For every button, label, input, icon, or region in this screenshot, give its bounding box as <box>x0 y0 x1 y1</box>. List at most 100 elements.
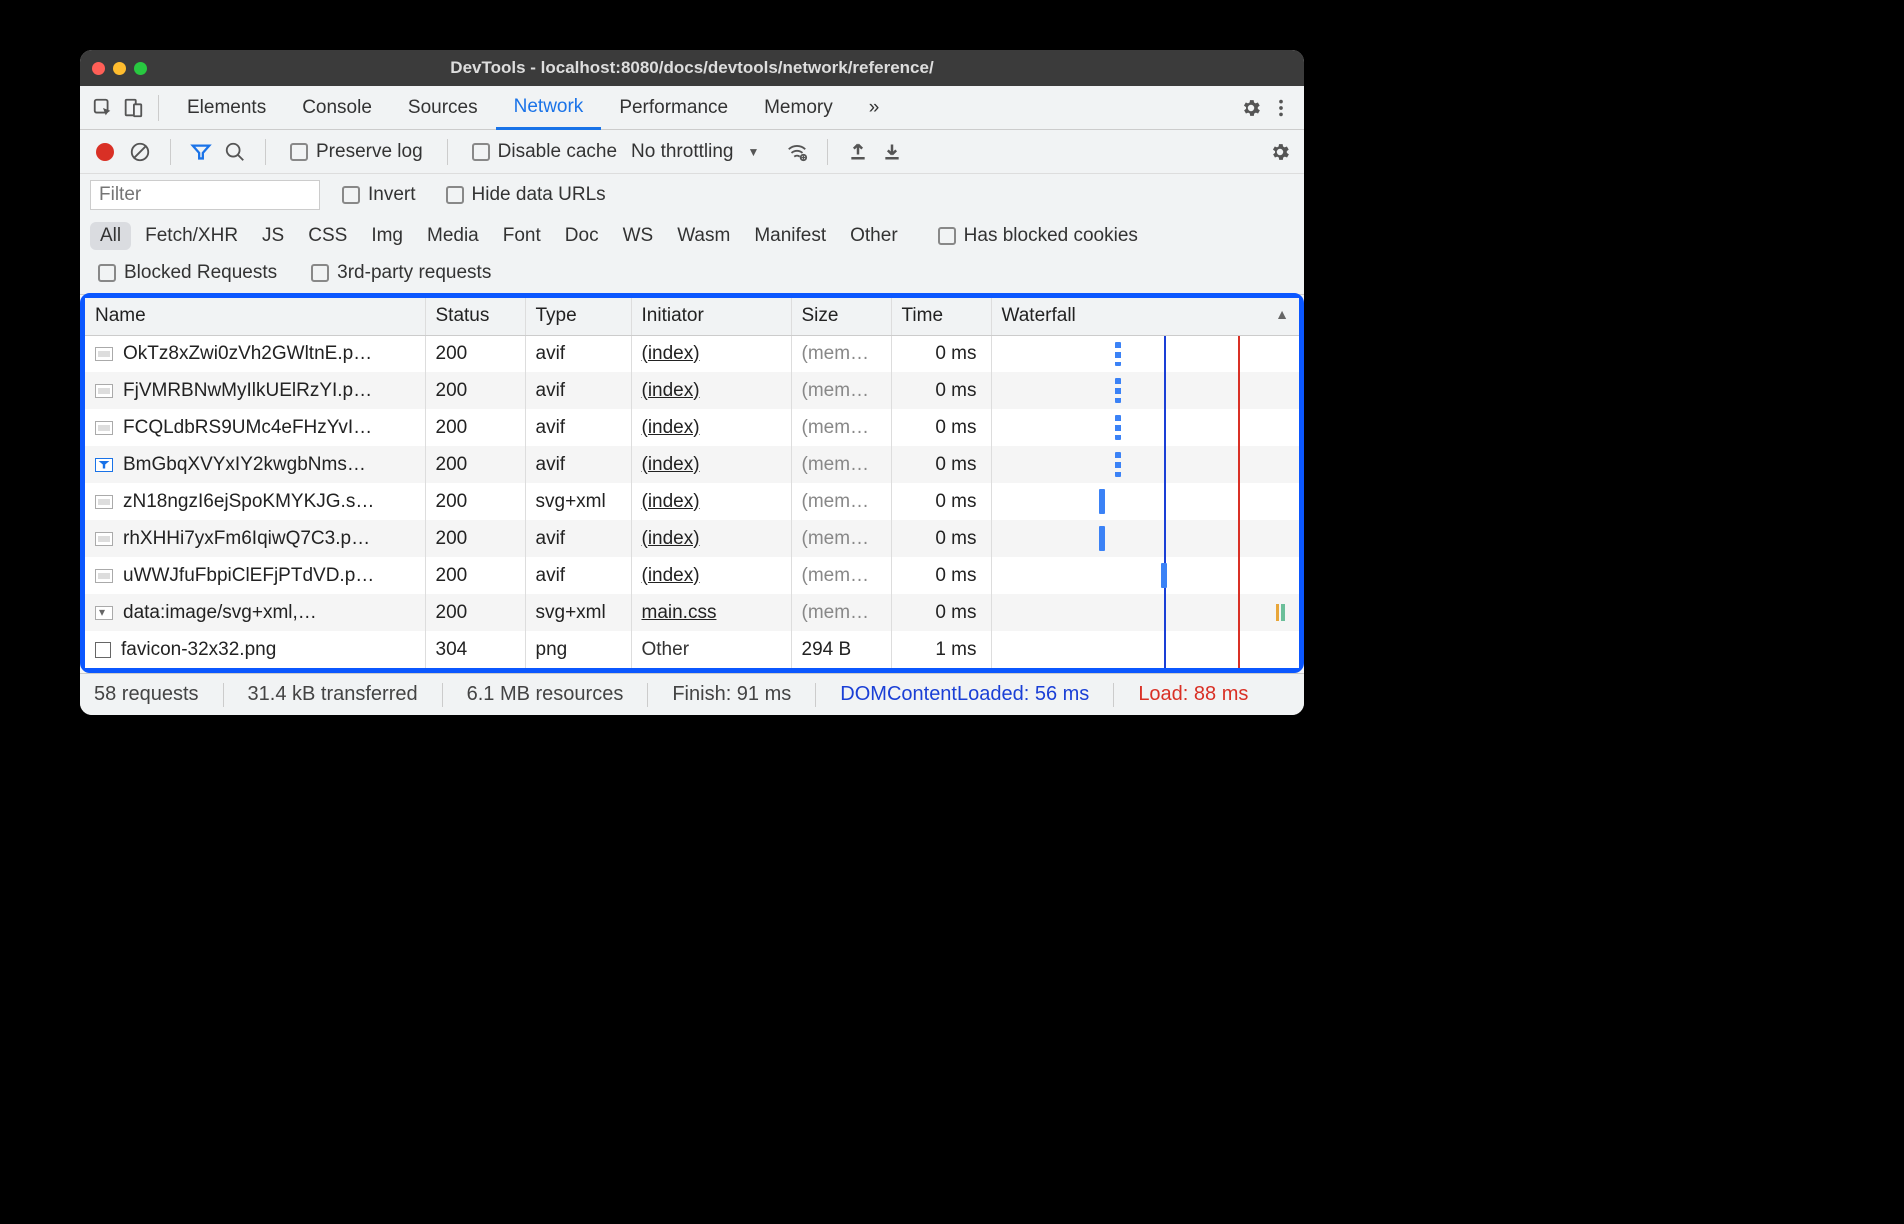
minimize-window-button[interactable] <box>113 62 126 75</box>
filter-toggle-icon[interactable] <box>187 138 215 166</box>
type-filter-all[interactable]: All <box>90 222 131 250</box>
request-type: avif <box>525 335 631 372</box>
request-type: svg+xml <box>525 594 631 631</box>
table-row[interactable]: FjVMRBNwMyIlkUElRzYI.p…200avif(index)(me… <box>85 372 1299 409</box>
table-row[interactable]: zN18ngzI6ejSpoKMYKJG.s…200svg+xml(index)… <box>85 483 1299 520</box>
device-toolbar-icon[interactable] <box>118 93 148 123</box>
request-initiator[interactable]: (index) <box>631 520 791 557</box>
request-status: 200 <box>425 483 525 520</box>
request-time: 0 ms <box>891 520 991 557</box>
table-row[interactable]: FCQLdbRS9UMc4eFHzYvI…200avif(index)(mem…… <box>85 409 1299 446</box>
disable-cache-label: Disable cache <box>498 141 617 163</box>
type-filter-wasm[interactable]: Wasm <box>667 222 740 250</box>
type-filter-media[interactable]: Media <box>417 222 489 250</box>
col-initiator[interactable]: Initiator <box>631 298 791 335</box>
filter-input[interactable] <box>90 180 320 210</box>
type-filter-ws[interactable]: WS <box>613 222 664 250</box>
type-filter-font[interactable]: Font <box>493 222 551 250</box>
export-har-icon[interactable] <box>878 138 906 166</box>
request-initiator[interactable]: (index) <box>631 483 791 520</box>
request-time: 0 ms <box>891 483 991 520</box>
table-row[interactable]: BmGbqXVYxIY2kwgbNms…200avif(index)(mem…0… <box>85 446 1299 483</box>
request-type: avif <box>525 372 631 409</box>
kebab-menu-icon[interactable] <box>1266 93 1296 123</box>
col-waterfall[interactable]: Waterfall▲ <box>991 298 1299 335</box>
table-row[interactable]: favicon-32x32.png304pngOther294 B1 ms <box>85 631 1299 668</box>
request-type: avif <box>525 446 631 483</box>
tab-elements[interactable]: Elements <box>169 86 284 129</box>
table-row[interactable]: OkTz8xZwi0zVh2GWltnE.p…200avif(index)(me… <box>85 335 1299 372</box>
col-time[interactable]: Time <box>891 298 991 335</box>
tab-memory[interactable]: Memory <box>746 86 851 129</box>
throttling-dropdown[interactable]: No throttling ▼ <box>631 141 777 163</box>
request-status: 200 <box>425 409 525 446</box>
request-initiator[interactable]: (index) <box>631 335 791 372</box>
request-size: (mem… <box>791 594 891 631</box>
type-filter-css[interactable]: CSS <box>298 222 357 250</box>
col-name[interactable]: Name <box>85 298 425 335</box>
file-type-icon <box>95 532 113 546</box>
file-type-icon <box>95 421 113 435</box>
more-tabs-button[interactable]: » <box>851 86 898 129</box>
request-initiator[interactable]: (index) <box>631 372 791 409</box>
request-time: 1 ms <box>891 631 991 668</box>
invert-label: Invert <box>368 184 416 206</box>
table-row[interactable]: rhXHHi7yxFm6IqiwQ7C3.p…200avif(index)(me… <box>85 520 1299 557</box>
tab-network[interactable]: Network <box>496 87 602 130</box>
tab-console[interactable]: Console <box>284 86 390 129</box>
record-button[interactable] <box>96 143 114 161</box>
request-initiator[interactable]: (index) <box>631 409 791 446</box>
status-requests: 58 requests <box>94 683 199 706</box>
clear-button[interactable] <box>126 138 154 166</box>
col-size[interactable]: Size <box>791 298 891 335</box>
tab-performance[interactable]: Performance <box>601 86 746 129</box>
tab-sources[interactable]: Sources <box>390 86 496 129</box>
request-waterfall <box>991 483 1299 520</box>
maximize-window-button[interactable] <box>134 62 147 75</box>
request-initiator[interactable]: main.css <box>631 594 791 631</box>
close-window-button[interactable] <box>92 62 105 75</box>
request-size: 294 B <box>791 631 891 668</box>
request-initiator[interactable]: (index) <box>631 446 791 483</box>
network-conditions-icon[interactable] <box>783 138 811 166</box>
inspect-element-icon[interactable] <box>88 93 118 123</box>
status-load: Load: 88 ms <box>1138 683 1248 706</box>
network-settings-gear-icon[interactable] <box>1266 138 1294 166</box>
invert-checkbox[interactable]: Invert <box>342 184 416 206</box>
request-size: (mem… <box>791 372 891 409</box>
request-name: OkTz8xZwi0zVh2GWltnE.p… <box>123 343 372 365</box>
file-type-icon <box>95 458 113 472</box>
settings-gear-icon[interactable] <box>1236 93 1266 123</box>
col-status[interactable]: Status <box>425 298 525 335</box>
has-blocked-cookies-checkbox[interactable]: Has blocked cookies <box>938 225 1138 247</box>
col-type[interactable]: Type <box>525 298 631 335</box>
panel-tabs: ElementsConsoleSourcesNetworkPerformance… <box>80 86 1304 130</box>
request-waterfall <box>991 631 1299 668</box>
search-icon[interactable] <box>221 138 249 166</box>
preserve-log-checkbox[interactable]: Preserve log <box>290 141 423 163</box>
request-name: zN18ngzI6ejSpoKMYKJG.s… <box>123 491 374 513</box>
hide-data-urls-checkbox[interactable]: Hide data URLs <box>446 184 606 206</box>
disable-cache-checkbox[interactable]: Disable cache <box>472 141 617 163</box>
table-row[interactable]: data:image/svg+xml,…200svg+xmlmain.css(m… <box>85 594 1299 631</box>
type-filter-fetch-xhr[interactable]: Fetch/XHR <box>135 222 248 250</box>
devtools-window: DevTools - localhost:8080/docs/devtools/… <box>80 50 1304 715</box>
blocked-requests-checkbox[interactable]: Blocked Requests <box>98 262 277 284</box>
request-name: FjVMRBNwMyIlkUElRzYI.p… <box>123 380 372 402</box>
has-blocked-cookies-label: Has blocked cookies <box>964 225 1138 247</box>
request-initiator[interactable]: (index) <box>631 557 791 594</box>
type-filter-other[interactable]: Other <box>840 222 908 250</box>
table-row[interactable]: uWWJfuFbpiClEFjPTdVD.p…200avif(index)(me… <box>85 557 1299 594</box>
window-title: DevTools - localhost:8080/docs/devtools/… <box>80 58 1304 78</box>
request-size: (mem… <box>791 520 891 557</box>
chevron-down-icon: ▼ <box>747 145 759 159</box>
file-type-icon <box>95 569 113 583</box>
type-filter-doc[interactable]: Doc <box>555 222 609 250</box>
throttling-value: No throttling <box>631 141 733 163</box>
network-toolbar: Preserve log Disable cache No throttling… <box>80 130 1304 174</box>
third-party-requests-checkbox[interactable]: 3rd-party requests <box>311 262 491 284</box>
type-filter-img[interactable]: Img <box>361 222 413 250</box>
type-filter-js[interactable]: JS <box>252 222 294 250</box>
type-filter-manifest[interactable]: Manifest <box>744 222 836 250</box>
import-har-icon[interactable] <box>844 138 872 166</box>
